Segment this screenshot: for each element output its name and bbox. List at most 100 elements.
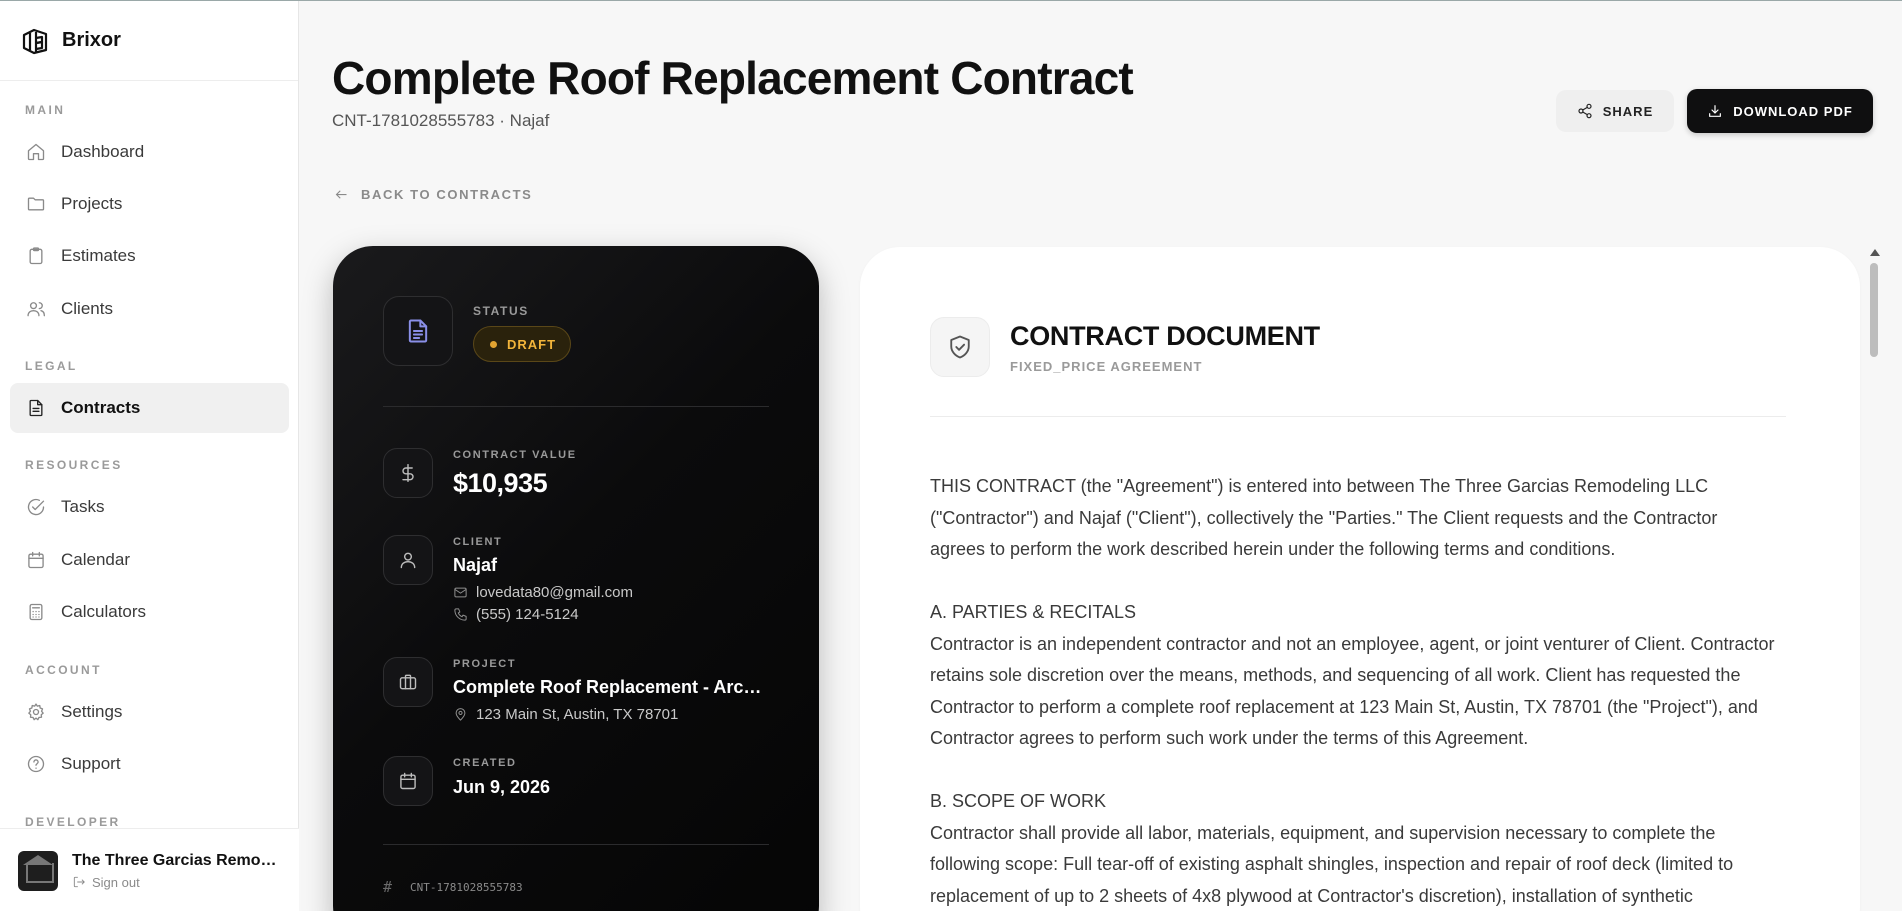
project-address-text: 123 Main St, Austin, TX 78701 xyxy=(476,706,679,723)
sidebar-item-estimates[interactable]: Estimates xyxy=(10,231,289,281)
project-name[interactable]: Complete Roof Replacement - Architectura… xyxy=(453,677,763,698)
dollar-icon xyxy=(402,463,414,483)
gear-icon xyxy=(28,703,44,721)
client-phone[interactable]: (555) 124-5124 xyxy=(453,606,579,623)
nav-section-resources: RESOURCES xyxy=(25,458,123,472)
sidebar-item-label: Tasks xyxy=(61,497,105,516)
scroll-up-arrow-icon[interactable] xyxy=(1870,249,1880,256)
home-icon xyxy=(27,143,45,161)
share-icon xyxy=(1578,103,1592,119)
sidebar-item-label: Calendar xyxy=(61,550,130,569)
value-icon-box xyxy=(383,448,433,498)
nav-section-legal: LEGAL xyxy=(25,359,78,373)
document-title: CONTRACT DOCUMENT xyxy=(1010,321,1320,351)
back-to-contracts-link[interactable]: BACK TO CONTRACTS xyxy=(334,187,532,202)
contract-ref-text: CNT-1781028555783 xyxy=(410,880,523,894)
status-badge: DRAFT xyxy=(473,326,571,362)
doc-line: Contractor shall provide all labor, mate… xyxy=(930,822,1716,843)
check-circle-icon xyxy=(27,498,45,516)
doc-line: ("Contractor") and Najaf ("Client"), col… xyxy=(930,507,1718,528)
page-subtitle: CNT-1781028555783 · Najaf xyxy=(332,111,550,130)
brand-name: Brixor xyxy=(62,29,121,51)
clipboard-icon xyxy=(29,247,43,265)
sidebar-item-tasks[interactable]: Tasks xyxy=(10,482,289,532)
contract-document-card: CONTRACT DOCUMENT FIXED_PRICE AGREEMENT … xyxy=(860,247,1860,911)
doc-icon-box xyxy=(383,296,453,366)
download-label: DOWNLOAD PDF xyxy=(1733,103,1853,119)
sidebar-item-calculators[interactable]: Calculators xyxy=(10,587,289,637)
page-title: Complete Roof Replacement Contract xyxy=(332,52,1134,104)
mail-icon xyxy=(454,587,467,598)
project-address: 123 Main St, Austin, TX 78701 xyxy=(453,706,678,723)
scrollbar-thumb[interactable] xyxy=(1870,263,1878,357)
back-label: BACK TO CONTRACTS xyxy=(361,187,533,202)
created-label: CREATED xyxy=(453,757,517,769)
doc-icon-box xyxy=(930,317,990,377)
section-heading-b: B. SCOPE OF WORK xyxy=(930,791,1107,811)
client-email-text: lovedata80@gmail.com xyxy=(476,584,633,601)
file-text-icon xyxy=(29,399,43,417)
user-account[interactable]: The Three Garcias Remodeling LLC Sign ou… xyxy=(0,828,299,911)
document-icon xyxy=(408,319,428,343)
divider xyxy=(930,416,1786,417)
download-icon xyxy=(1709,105,1722,117)
help-circle-icon xyxy=(27,755,45,773)
document-scrollbar[interactable] xyxy=(1867,249,1883,911)
contract-value-label: CONTRACT VALUE xyxy=(453,449,577,461)
nav-section-developer: DEVELOPER xyxy=(25,815,121,829)
section-heading-a: A. PARTIES & RECITALS xyxy=(930,602,1137,622)
sidebar-item-label: Calculators xyxy=(61,602,147,621)
calendar-icon xyxy=(28,551,44,569)
sidebar-item-contracts[interactable]: Contracts xyxy=(10,383,289,433)
project-label: PROJECT xyxy=(453,658,517,670)
client-email[interactable]: lovedata80@gmail.com xyxy=(453,584,633,601)
sidebar-item-calendar[interactable]: Calendar xyxy=(10,535,289,585)
divider xyxy=(383,406,769,407)
contract-reference: # CNT-1781028555783 xyxy=(383,878,523,896)
share-label: SHARE xyxy=(1602,103,1654,119)
nav-section-main: MAIN xyxy=(25,103,66,117)
users-icon xyxy=(27,302,45,317)
briefcase-icon xyxy=(399,674,417,690)
client-phone-text: (555) 124-5124 xyxy=(476,606,579,623)
sign-out-label: Sign out xyxy=(92,874,140,890)
doc-line: Contractor to perform a complete roof re… xyxy=(930,696,1758,717)
arrow-left-icon xyxy=(335,190,347,199)
user-icon xyxy=(400,552,416,569)
user-name: The Three Garcias Remodeling LLC xyxy=(72,851,282,869)
sidebar-item-label: Projects xyxy=(61,194,123,213)
doc-line: replacement of up to 2 sheets of 4x8 ply… xyxy=(930,885,1693,906)
document-body: THIS CONTRACT (the "Agreement") is enter… xyxy=(930,471,1810,911)
shield-check-icon xyxy=(950,335,970,359)
client-icon-box xyxy=(383,535,433,585)
sidebar-item-clients[interactable]: Clients xyxy=(10,284,289,334)
sign-out-link[interactable]: Sign out xyxy=(72,875,282,890)
sidebar-item-label: Dashboard xyxy=(61,142,145,161)
sidebar-item-settings[interactable]: Settings xyxy=(10,687,289,737)
download-pdf-button[interactable]: DOWNLOAD PDF xyxy=(1687,89,1873,133)
folder-icon xyxy=(27,197,45,211)
brixor-logo-icon xyxy=(22,28,48,54)
hash-icon: # xyxy=(383,878,393,896)
sidebar-item-label: Settings xyxy=(61,702,123,721)
sidebar-item-dashboard[interactable]: Dashboard xyxy=(10,127,289,177)
avatar xyxy=(18,850,58,891)
client-label: CLIENT xyxy=(453,536,503,548)
created-date: Jun 9, 2026 xyxy=(453,777,551,797)
sidebar-item-support[interactable]: Support xyxy=(10,739,289,789)
sidebar-item-projects[interactable]: Projects xyxy=(10,179,289,229)
doc-line: retains sole discretion over the means, … xyxy=(930,665,1741,685)
status-value: DRAFT xyxy=(507,336,557,352)
sidebar-item-label: Support xyxy=(61,754,121,773)
client-name: Najaf xyxy=(453,555,498,575)
share-button[interactable]: SHARE xyxy=(1556,90,1674,132)
sign-out-icon xyxy=(73,876,85,888)
nav-section-account: ACCOUNT xyxy=(25,663,102,677)
phone-icon xyxy=(454,608,467,621)
sidebar-item-label: Contracts xyxy=(61,398,141,417)
sidebar-item-label: Estimates xyxy=(61,246,136,265)
brand[interactable]: Brixor xyxy=(0,1,298,81)
document-subtitle: FIXED_PRICE AGREEMENT xyxy=(1010,359,1203,374)
